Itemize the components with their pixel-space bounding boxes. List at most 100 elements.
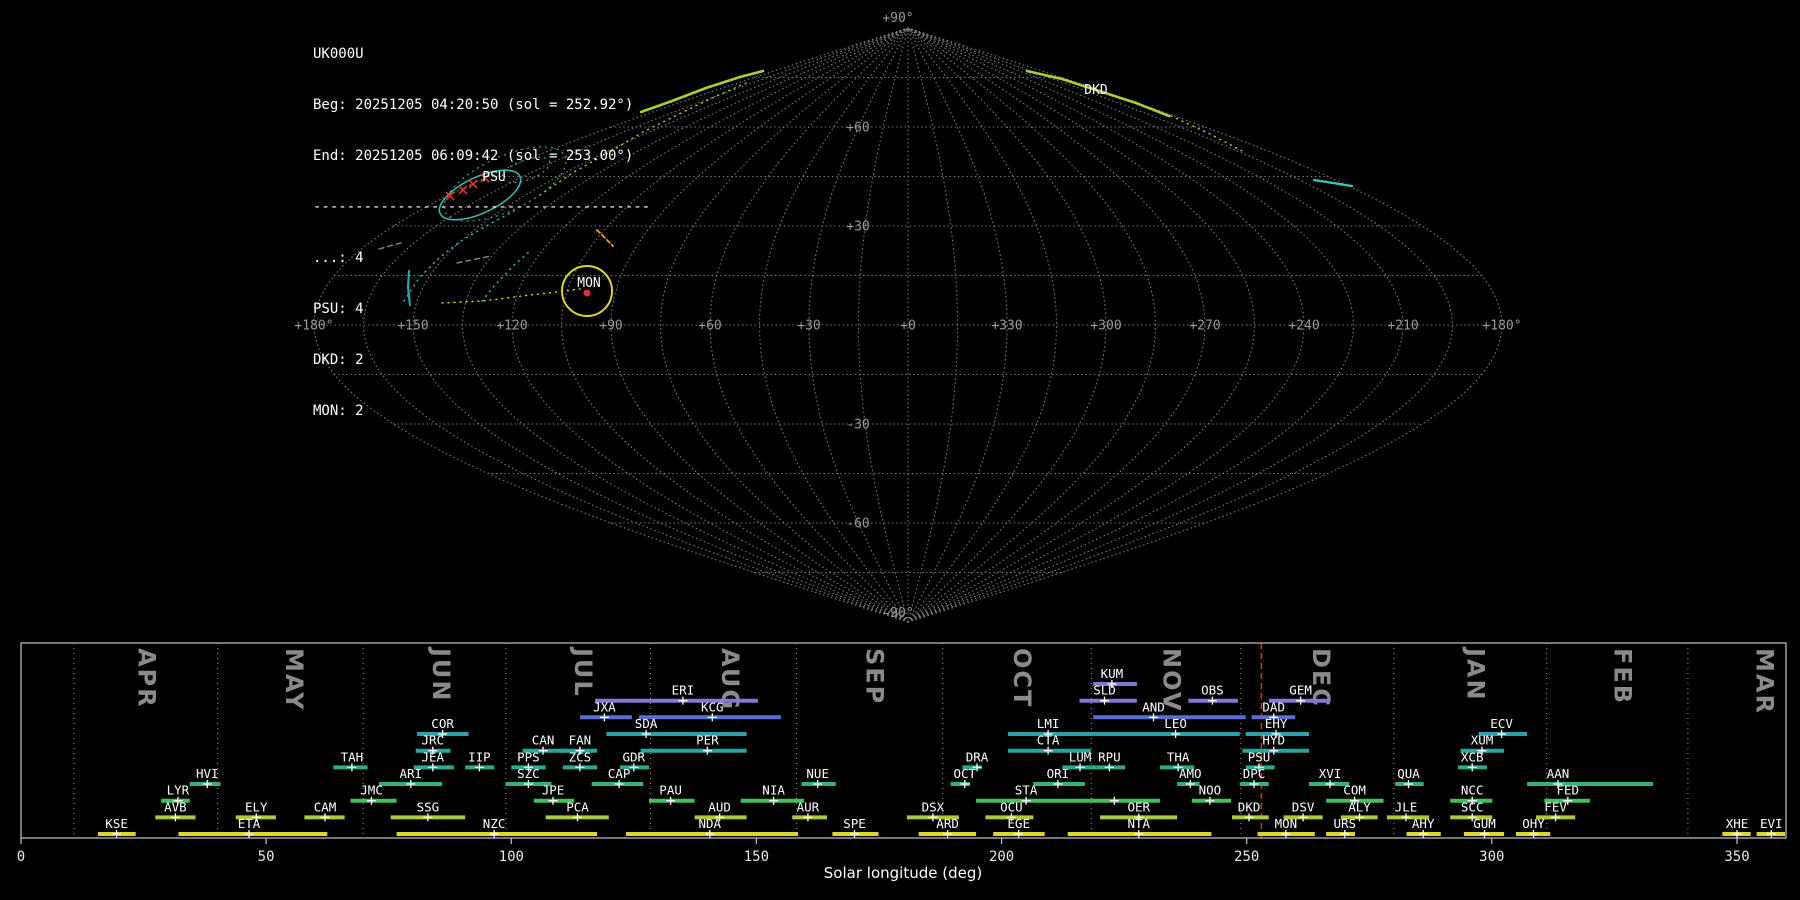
- shower-label-jmc: JMC: [360, 783, 383, 798]
- shower-peak-mark: [423, 813, 433, 822]
- obs-end-time: End: 20251205 06:09:42 (sol = 253.00°): [313, 148, 634, 164]
- shower-peak-mark: [1205, 796, 1215, 805]
- shower-label-mon: MON: [1275, 816, 1298, 831]
- shower-label-spe: SPE: [843, 816, 866, 831]
- count-psu: PSU: 4: [313, 301, 364, 317]
- shower-peak-mark: [1497, 730, 1507, 739]
- map-longitude-label: +0: [900, 319, 916, 334]
- shower-peak-mark: [1014, 830, 1024, 839]
- shower-label-jrc: JRC: [422, 733, 445, 748]
- shower-peak-mark: [1149, 713, 1158, 722]
- shower-label-fev: FEV: [1544, 799, 1567, 814]
- shower-peak-mark: [1340, 830, 1350, 839]
- shower-peak-mark: [850, 830, 859, 839]
- shower-label-com: COM: [1343, 783, 1366, 798]
- shower-peak-mark: [523, 780, 533, 789]
- map-latitude-label: -90°: [882, 606, 913, 621]
- month-label-mar: MAR: [1751, 648, 1779, 715]
- shower-peak-mark: [707, 713, 717, 722]
- shower-peak-mark: [1480, 830, 1489, 839]
- shower-peak-mark: [599, 713, 609, 722]
- shower-label-cor: COR: [431, 716, 454, 731]
- shower-label-sta: STA: [1015, 783, 1038, 798]
- shower-peak-mark: [575, 763, 585, 772]
- shower-label-hyd: HYD: [1262, 733, 1285, 748]
- shower-label-psu: PSU: [1248, 749, 1271, 764]
- shower-label-ehy: EHY: [1265, 716, 1288, 731]
- shower-label-obs: OBS: [1201, 683, 1224, 698]
- map-longitude-label: +300: [1090, 319, 1121, 334]
- shower-label-ecv: ECV: [1490, 716, 1513, 731]
- shower-label-qua: QUA: [1397, 766, 1420, 781]
- shower-peak-mark: [803, 813, 813, 822]
- shower-label-aly: ALY: [1348, 799, 1371, 814]
- shower-peak-mark: [1185, 780, 1195, 789]
- shower-peak-mark: [1404, 780, 1413, 789]
- shower-peak-mark: [1355, 813, 1364, 822]
- shower-label-oct: OCT: [954, 766, 977, 781]
- shower-label-lmi: LMI: [1037, 716, 1060, 731]
- shower-label-ely: ELY: [245, 799, 268, 814]
- shower-peak-mark: [678, 696, 688, 705]
- shower-peak-mark: [614, 780, 624, 789]
- map-track: [1170, 115, 1247, 154]
- shower-peak-mark: [1207, 696, 1217, 705]
- shower-peak-mark: [406, 780, 416, 789]
- map-longitude-label: +270: [1189, 319, 1220, 334]
- x-axis-tick-label: 100: [499, 849, 524, 865]
- shower-peak-mark: [1053, 780, 1063, 789]
- month-label-oct: OCT: [1008, 648, 1036, 708]
- shower-label-sda: SDA: [635, 716, 658, 731]
- month-label-may: MAY: [280, 648, 308, 712]
- shower-label-ssg: SSG: [417, 799, 440, 814]
- shower-label-nda: NDA: [699, 816, 722, 831]
- shower-label-dkd: DKD: [1238, 799, 1261, 814]
- map-latitude-label: +30: [846, 220, 869, 235]
- count-mon: MON: 2: [313, 403, 364, 419]
- shower-peak-mark: [548, 796, 558, 805]
- shower-peak-mark: [1551, 813, 1561, 822]
- shower-peak-mark: [1104, 763, 1114, 772]
- shower-label-amo: AMO: [1179, 766, 1202, 781]
- x-axis-label: Solar longitude (deg): [824, 864, 982, 882]
- observation-header: UK000U Beg: 20251205 04:20:50 (sol = 252…: [313, 12, 650, 454]
- shower-label-kse: KSE: [105, 816, 128, 831]
- shower-label-jpe: JPE: [542, 783, 565, 798]
- x-axis-tick-label: 200: [989, 849, 1014, 865]
- shower-label-tah: TAH: [341, 749, 364, 764]
- shower-label-dpc: DPC: [1243, 766, 1266, 781]
- shower-label-gdr: GDR: [623, 749, 646, 764]
- shower-label-jxa: JXA: [593, 699, 616, 714]
- shower-label-rpu: RPU: [1098, 749, 1121, 764]
- shower-label-pps: PPS: [517, 749, 540, 764]
- map-longitude-label: +60: [698, 319, 721, 334]
- shower-label-dra: DRA: [966, 749, 989, 764]
- shower-label-dad: DAD: [1262, 699, 1285, 714]
- shower-peak-mark: [1043, 746, 1053, 755]
- shower-label-kcg: KCG: [701, 699, 724, 714]
- shower-label-ahy: AHY: [1412, 816, 1435, 831]
- shower-peak-mark: [1249, 780, 1259, 789]
- shower-label-sld: SLD: [1093, 683, 1116, 698]
- shower-label-noo: NOO: [1199, 783, 1222, 798]
- shower-label-nia: NIA: [762, 783, 785, 798]
- map-meridian: [907, 27, 1355, 623]
- shower-label-ari: ARI: [400, 766, 423, 781]
- shower-peak-mark: [1296, 696, 1306, 705]
- shower-label-cta: CTA: [1037, 733, 1060, 748]
- shower-label-aur: AUR: [797, 799, 820, 814]
- shower-label-xum: XUM: [1471, 733, 1494, 748]
- shower-peak-mark: [244, 830, 254, 839]
- shower-label-aan: AAN: [1547, 766, 1570, 781]
- shower-label-and: AND: [1142, 699, 1165, 714]
- shower-peak-mark: [1732, 830, 1742, 839]
- shower-peak-mark: [1298, 813, 1308, 822]
- shower-label-zcs: ZCS: [569, 749, 592, 764]
- map-longitude-label: +210: [1387, 319, 1418, 334]
- shower-label-ocu: OCU: [1000, 799, 1023, 814]
- shower-peak-mark: [1401, 813, 1411, 822]
- shower-peak-mark: [960, 780, 970, 789]
- shower-peak-mark: [1418, 830, 1428, 839]
- shower-label-jle: JLE: [1395, 799, 1418, 814]
- plot-canvas: +180° +150 +120 +90 +60 +30 +0 +330 +300 +270 +240…: [17, 11, 1787, 882]
